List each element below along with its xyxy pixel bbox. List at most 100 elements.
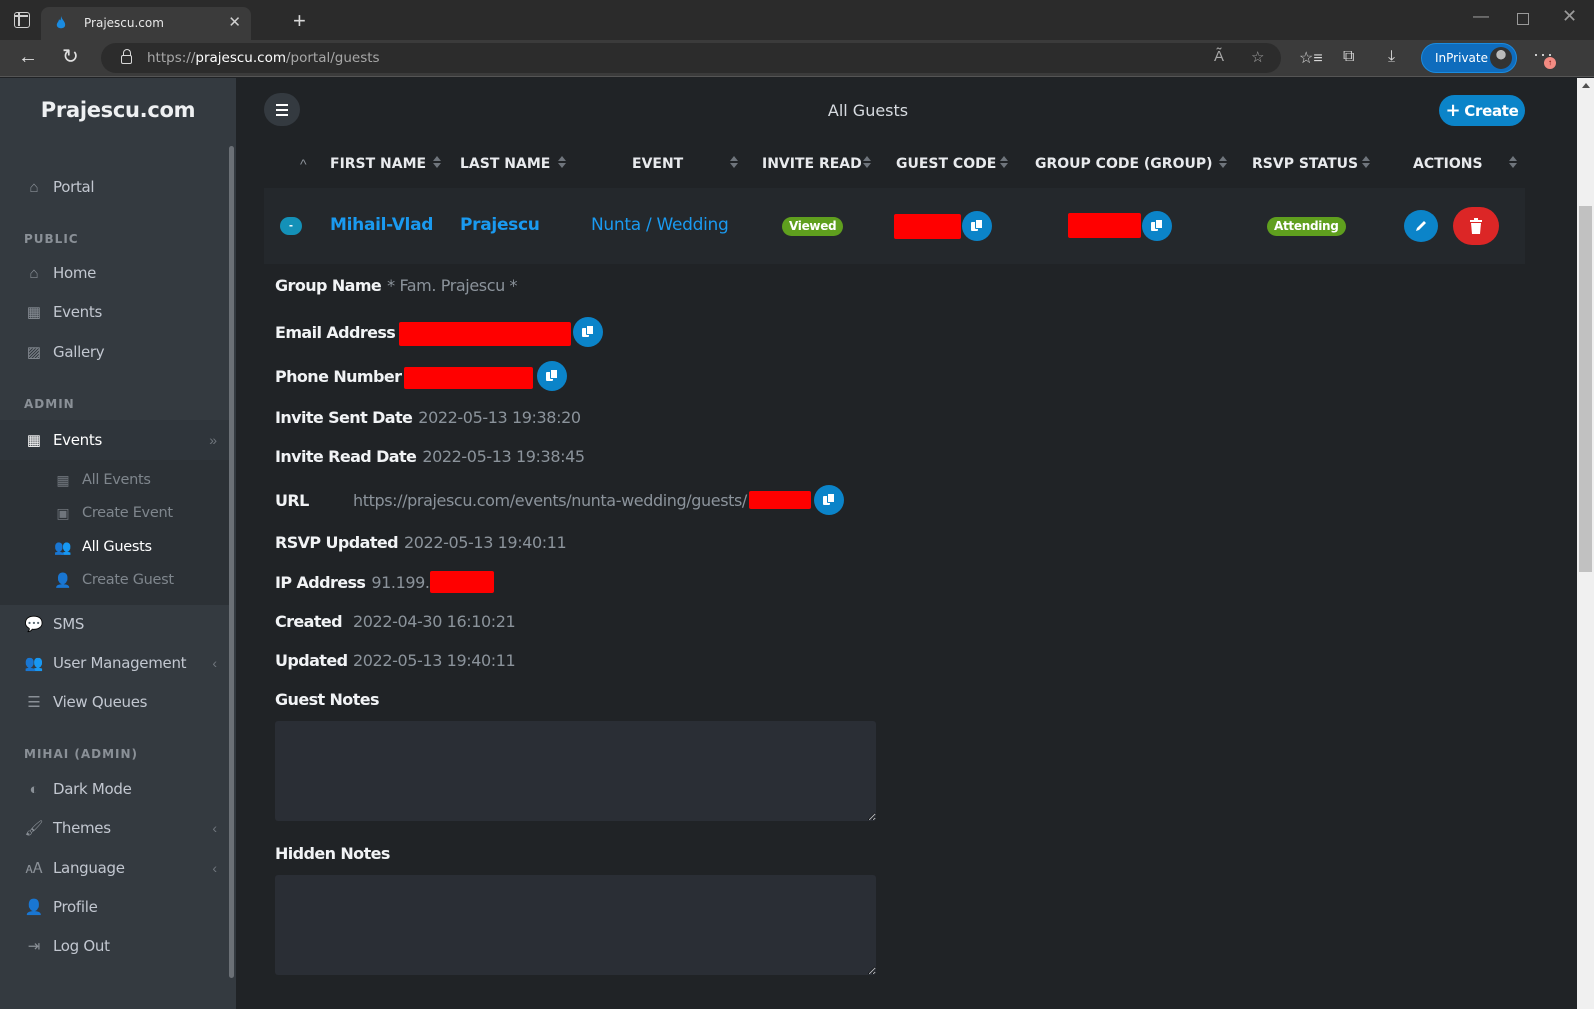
- minimize-icon[interactable]: —: [1473, 8, 1489, 26]
- read-aloud-icon[interactable]: A͂: [1214, 48, 1224, 65]
- copy-url-button[interactable]: [813, 485, 844, 515]
- url-code-redacted: [748, 491, 811, 509]
- address-bar[interactable]: https://prajescu.com/portal/guests A͂ ☆: [101, 43, 1281, 73]
- scrollbar-thumb[interactable]: [1579, 206, 1592, 572]
- hidden-notes-label: Hidden Notes: [275, 844, 390, 863]
- calendar-icon: ▦: [26, 304, 42, 321]
- column-event[interactable]: EVENT: [632, 156, 683, 172]
- language-icon: 🗚: [25, 859, 43, 877]
- guest-url[interactable]: https://prajescu.com/events/nunta-weddin…: [353, 491, 747, 510]
- hidden-notes-textarea[interactable]: [275, 875, 876, 975]
- new-tab-icon[interactable]: +: [293, 8, 306, 34]
- copy-group-code-button[interactable]: [1142, 211, 1172, 241]
- maximize-icon[interactable]: [1517, 13, 1529, 25]
- edit-guest-button[interactable]: [1404, 210, 1438, 242]
- collections-icon[interactable]: ⧉: [1343, 48, 1354, 66]
- sort-icon[interactable]: [1362, 155, 1370, 171]
- sidebar-item-all-guests[interactable]: 👥 All Guests: [0, 532, 229, 565]
- main-content: All Guests + Create ^ FIRST NAME LAST NA…: [236, 78, 1552, 1009]
- sidebar-item-user-management[interactable]: 👥 User Management ‹: [0, 644, 229, 682]
- rsvp-status-badge: Attending: [1267, 217, 1346, 236]
- sidebar-item-dark-mode[interactable]: ◐ Dark Mode: [0, 770, 229, 808]
- scroll-up-icon[interactable]: [1582, 83, 1590, 88]
- detail-phone: Phone Number: [275, 361, 568, 391]
- users-icon: 👥: [54, 539, 72, 555]
- sidebar-item-create-guest[interactable]: 👤 Create Guest: [0, 565, 229, 598]
- copy-email-button[interactable]: [573, 317, 604, 347]
- favorites-icon[interactable]: ☆≡: [1299, 48, 1323, 68]
- copy-phone-button[interactable]: [537, 361, 568, 391]
- create-guest-button[interactable]: + Create: [1439, 95, 1525, 126]
- sidebar-item-create-event[interactable]: ▣ Create Event: [0, 498, 229, 531]
- sidebar-item-profile[interactable]: 👤 Profile: [0, 888, 229, 926]
- sidebar-item-all-events[interactable]: ▦ All Events: [0, 465, 229, 498]
- calendar-icon: ▦: [26, 432, 42, 449]
- sort-icon[interactable]: [1509, 155, 1517, 171]
- sidebar-item-gallery[interactable]: ▨ Gallery: [0, 333, 229, 371]
- sort-icon[interactable]: [730, 155, 738, 171]
- guest-notes-textarea[interactable]: [275, 721, 876, 821]
- column-last-name[interactable]: LAST NAME: [460, 156, 550, 172]
- sidebar-item-events-public[interactable]: ▦ Events: [0, 293, 229, 331]
- list-icon: ☰: [27, 694, 41, 711]
- sidebar-scrollbar[interactable]: [229, 146, 234, 978]
- double-chevron-down-icon: »: [209, 432, 217, 448]
- sidebar-item-view-queues[interactable]: ☰ View Queues: [0, 683, 229, 721]
- ip-redacted: [429, 571, 494, 593]
- sms-icon: 💬: [24, 616, 44, 633]
- url-text[interactable]: https://prajescu.com/portal/guests: [147, 50, 380, 66]
- event-link[interactable]: Nunta / Wedding: [591, 215, 729, 235]
- sort-icon[interactable]: [1219, 155, 1227, 171]
- sidebar-item-themes[interactable]: 🖌 Themes ‹: [0, 809, 229, 847]
- reload-icon[interactable]: ↻: [62, 44, 79, 69]
- column-invite-read[interactable]: INVITE READ: [762, 156, 862, 172]
- close-window-icon[interactable]: ✕: [1562, 6, 1577, 27]
- detail-invite-read: Invite Read Date 2022-05-13 19:38:45: [275, 447, 585, 466]
- sidebar-header-admin: ADMIN: [24, 397, 75, 411]
- tab-title: Prajescu.com: [84, 16, 164, 30]
- table-row: - Mihail-Vlad Prajescu Nunta / Wedding V…: [264, 188, 1525, 264]
- detail-created: Created 2022-04-30 16:10:21: [275, 612, 516, 631]
- copy-icon: [586, 325, 595, 335]
- delete-guest-button[interactable]: [1453, 207, 1499, 245]
- inprivate-button[interactable]: InPrivate: [1421, 43, 1517, 73]
- images-icon: ▨: [26, 344, 42, 361]
- sort-icon[interactable]: [433, 155, 441, 171]
- sort-icon[interactable]: [863, 155, 871, 171]
- page-title: All Guests: [827, 101, 909, 120]
- add-favorite-icon[interactable]: ☆: [1251, 48, 1264, 66]
- collapse-row-button[interactable]: -: [280, 217, 302, 235]
- downloads-icon[interactable]: ⤓: [1388, 48, 1395, 66]
- caret-up-icon[interactable]: ^: [300, 156, 307, 172]
- sidebar-item-language[interactable]: 🗚 Language ‹: [0, 849, 229, 887]
- column-guest-code[interactable]: GUEST CODE: [896, 156, 996, 172]
- brand-logo[interactable]: Prajescu.com: [0, 98, 236, 122]
- phone-redacted: [404, 367, 534, 389]
- group-code-redacted: [1068, 213, 1141, 238]
- update-badge-icon: ↑: [1544, 57, 1556, 69]
- sidebar-item-portal[interactable]: ⌂ Portal: [0, 168, 229, 206]
- lock-icon[interactable]: [121, 49, 132, 64]
- sidebar-item-logout[interactable]: ⇥ Log Out: [0, 927, 229, 965]
- column-rsvp-status[interactable]: RSVP STATUS: [1252, 156, 1358, 172]
- column-actions[interactable]: ACTIONS: [1413, 156, 1483, 172]
- browser-tab[interactable]: Prajescu.com ✕: [41, 7, 251, 40]
- detail-invite-sent: Invite Sent Date 2022-05-13 19:38:20: [275, 408, 581, 427]
- detail-rsvp-updated: RSVP Updated 2022-05-13 19:40:11: [275, 533, 567, 552]
- page-scrollbar[interactable]: [1577, 78, 1594, 1009]
- tab-actions-icon[interactable]: [14, 12, 30, 28]
- back-icon[interactable]: ←: [18, 46, 38, 69]
- first-name-link[interactable]: Mihail-Vlad: [330, 215, 433, 235]
- sort-icon[interactable]: [1000, 155, 1008, 171]
- column-first-name[interactable]: FIRST NAME: [330, 156, 426, 172]
- last-name-link[interactable]: Prajescu: [460, 215, 540, 235]
- sort-icon[interactable]: [558, 155, 566, 171]
- sidebar-item-home[interactable]: ⌂ Home: [0, 254, 229, 292]
- sidebar-item-sms[interactable]: 💬 SMS: [0, 605, 229, 643]
- sidebar-item-events-admin[interactable]: ▦ Events »: [0, 420, 229, 460]
- close-tab-icon[interactable]: ✕: [228, 13, 241, 31]
- column-group-code[interactable]: GROUP CODE (GROUP): [1035, 156, 1213, 172]
- copy-guest-code-button[interactable]: [962, 211, 992, 241]
- browser-titlebar: Prajescu.com ✕ + — ✕: [0, 0, 1594, 40]
- sidebar-header-user: MIHAI (ADMIN): [24, 747, 139, 761]
